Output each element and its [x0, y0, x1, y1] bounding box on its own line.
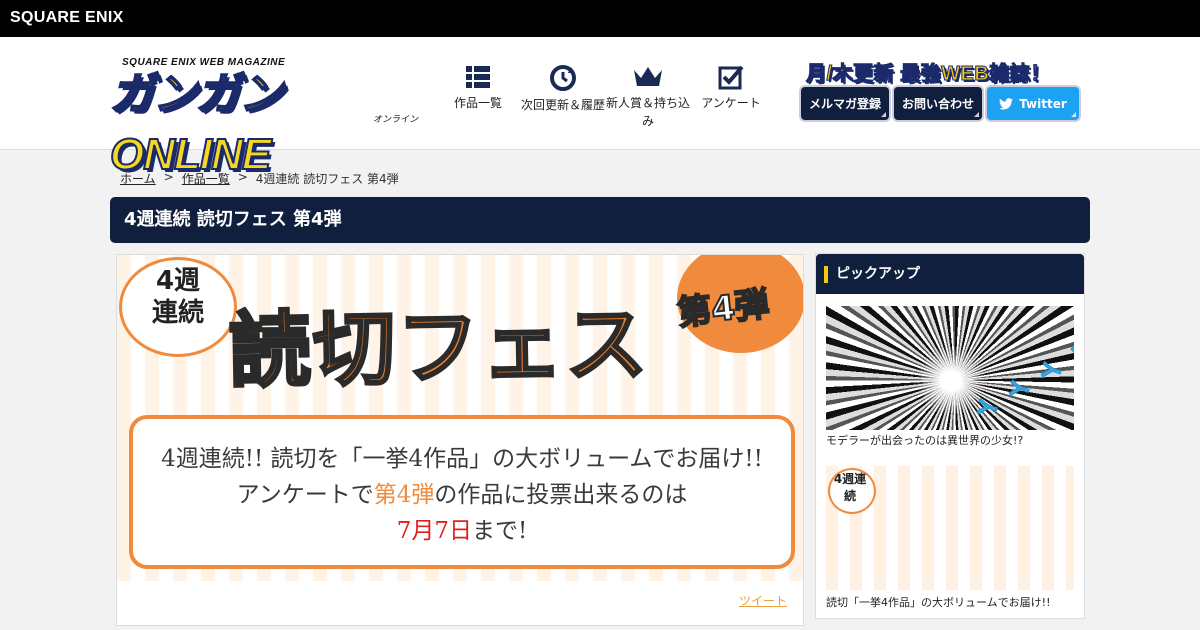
square-enix-logo[interactable]: SQUARE ENIX: [10, 9, 124, 27]
pickup-caption-1[interactable]: モデラーが出会ったのは異世界の少女!?: [826, 432, 1023, 448]
page-title: 4週連続 読切フェス 第4弾: [110, 197, 1090, 243]
twitter-button-label: Twitter: [1019, 96, 1067, 111]
site-logo-kana: オンライン: [372, 115, 418, 125]
breadcrumb-current: 4週連続 読切フェス 第4弾: [255, 172, 399, 186]
pickup-bubble-text: 4週連続: [833, 472, 867, 503]
grid-list-icon: [466, 66, 490, 88]
nav-history[interactable]: 次回更新＆履歴: [518, 64, 608, 114]
tagline: 月/木更新 最強WEB雑誌！: [806, 63, 1051, 86]
breadcrumb-separator: >: [163, 170, 174, 184]
info-line-3: 7月7日まで!: [133, 513, 791, 549]
pickup-heading: ピックアップ: [816, 254, 1084, 294]
pickup-sidebar: ピックアップ シィィィ モデラーが出会ったのは異世界の少女!? 4週連続 読切「…: [815, 253, 1085, 619]
brand-bar: SQUARE ENIX: [0, 0, 1200, 37]
info-line-2-post: の作品に投票出来るのは: [434, 482, 688, 508]
banner-info-box: 4週連続!! 読切を「一挙4作品」の大ボリュームでお届け!! アンケートで第4弾…: [129, 415, 795, 569]
nav-survey[interactable]: アンケート: [686, 64, 776, 112]
deadline-date: 7月7日: [396, 518, 473, 544]
banner-bubble-text: 4週連続: [151, 266, 204, 328]
crown-icon: [634, 67, 662, 86]
twitter-button[interactable]: Twitter: [987, 87, 1079, 120]
pickup-thumbnail-1[interactable]: シィィィ: [826, 306, 1074, 430]
round-badge-text: 第4弾: [675, 283, 772, 334]
twitter-bird-icon: [999, 97, 1014, 110]
pickup-caption-2[interactable]: 読切「一挙4作品」の大ボリュームでお届け!!: [826, 594, 1051, 610]
mailmag-button[interactable]: メルマガ登録: [801, 87, 889, 120]
nav-history-label: 次回更新＆履歴: [520, 98, 605, 112]
contact-button[interactable]: お問い合わせ: [894, 87, 982, 120]
checkbox-icon: [718, 65, 744, 90]
breadcrumb: ホーム > 作品一覧 > 4週連続 読切フェス 第4弾: [120, 170, 399, 187]
nav-newcomer-label: 新人賞＆持ち込み: [605, 96, 690, 128]
breadcrumb-home[interactable]: ホーム: [120, 170, 156, 187]
info-line-2-pre: アンケートで: [236, 482, 374, 508]
breadcrumb-works[interactable]: 作品一覧: [182, 170, 230, 187]
breadcrumb-separator: >: [237, 170, 248, 184]
site-logo-title: ガンガンONLINE: [109, 69, 284, 180]
info-line-2: アンケートで第4弾の作品に投票出来るのは: [133, 477, 791, 513]
info-round-highlight: 第4弾: [373, 482, 435, 508]
info-line-3-post: まで!: [472, 518, 528, 544]
nav-works-list-label: 作品一覧: [453, 96, 502, 110]
info-line-1: 4週連続!! 読切を「一挙4作品」の大ボリュームでお届け!!: [161, 446, 763, 472]
site-header: SQUARE ENIX WEB MAGAZINE ガンガンONLINE オンライ…: [0, 37, 1200, 180]
main-content-card: 4週連続 読切フェス 第4弾 4週連続!! 読切を「一挙4作品」の大ボリュームで…: [116, 254, 804, 626]
pickup-thumbnail-2[interactable]: 4週連続: [826, 466, 1074, 590]
fest-banner: 4週連続 読切フェス 第4弾 4週連続!! 読切を「一挙4作品」の大ボリュームで…: [117, 255, 803, 581]
nav-works-list[interactable]: 作品一覧: [433, 64, 523, 112]
tweet-link[interactable]: ツイート: [739, 592, 787, 609]
site-logo[interactable]: SQUARE ENIX WEB MAGAZINE ガンガンONLINE オンライ…: [109, 57, 428, 180]
nav-newcomer[interactable]: 新人賞＆持ち込み: [603, 64, 693, 130]
history-clock-icon: [550, 65, 576, 91]
nav-survey-label: アンケート: [701, 96, 761, 110]
banner-title: 読切フェス: [227, 296, 652, 401]
